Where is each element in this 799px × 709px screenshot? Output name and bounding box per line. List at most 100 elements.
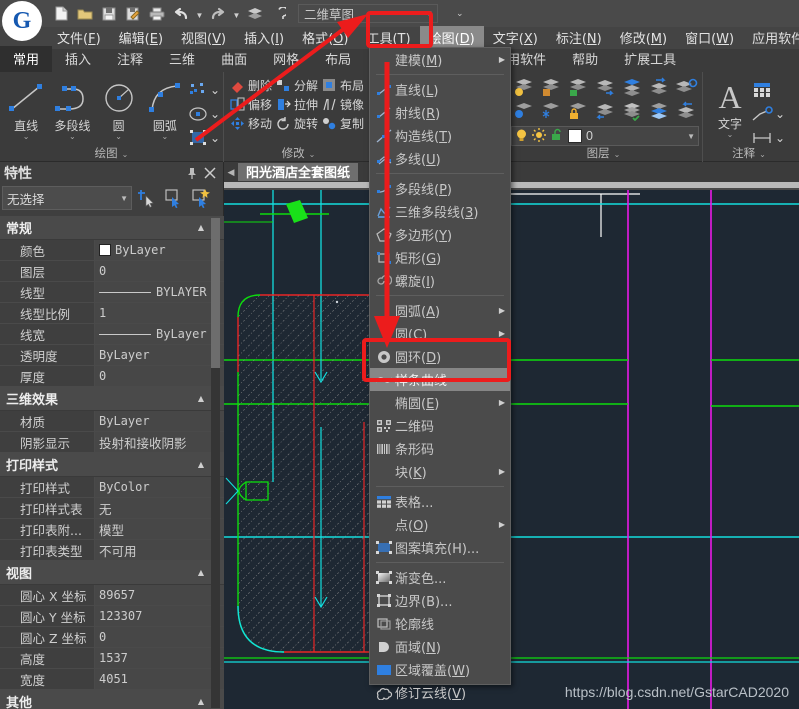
modify-stretch-button[interactable]: 拉伸 (276, 96, 318, 113)
collapse-icon[interactable]: ▲ (198, 394, 204, 403)
chevron-down-icon[interactable]: ⌄ (775, 131, 785, 145)
menu-item-直线[interactable]: 直线(L) (370, 78, 510, 101)
menu-item-二维码[interactable]: 二维码 (370, 414, 510, 437)
layer-restore-icon[interactable] (673, 101, 699, 124)
layer-make-current-icon[interactable] (619, 76, 645, 101)
layer-match-icon[interactable] (646, 76, 672, 101)
property-value[interactable]: ByLayer (95, 411, 224, 431)
menu-item-样条曲线[interactable]: 样条曲线 (370, 368, 510, 391)
menu-item-渐变色[interactable]: 渐变色... (370, 566, 510, 589)
chevron-down-icon[interactable]: ⌄ (115, 133, 122, 141)
ribbon-tab-11[interactable]: 扩展工具 (611, 46, 689, 72)
property-value[interactable]: 0 (95, 366, 224, 386)
menu-item-多段线[interactable]: 多段线(P) (370, 177, 510, 200)
collapse-icon[interactable]: ▲ (198, 697, 204, 706)
lightbulb-icon[interactable] (515, 128, 528, 145)
modify-move-button[interactable]: 移动 (230, 115, 272, 132)
draw-line-button[interactable]: 直线 ⌄ (3, 76, 49, 141)
menu-item-圆[interactable]: 圆(C) ▶ (370, 322, 510, 345)
property-row[interactable]: 打印样式 ByColor (0, 477, 224, 498)
property-value[interactable]: ByColor (95, 477, 224, 497)
unlock-icon[interactable] (550, 128, 564, 145)
layer-zero-icon[interactable] (673, 76, 699, 101)
property-row[interactable]: 圆心 Y 坐标 123307 (0, 606, 224, 627)
layer-lock-icon[interactable] (565, 101, 591, 124)
current-layer-selector[interactable]: 0 ▼ (511, 126, 699, 146)
ribbon-tab-5[interactable]: 网格 (260, 46, 312, 72)
menu-item-椭圆[interactable]: 椭圆(E) ▶ (370, 391, 510, 414)
redo-dropdown-icon[interactable]: ▼ (231, 3, 242, 25)
property-group-4[interactable]: 其他 ▲ (0, 690, 224, 709)
property-row[interactable]: 线型 BYLAYER (0, 282, 224, 303)
chevron-down-icon[interactable]: ⌄ (161, 133, 168, 141)
annotation-text-button[interactable]: A 文字 ⌄ (709, 76, 751, 139)
property-value[interactable]: 1537 (95, 648, 224, 668)
new-file-icon[interactable] (50, 3, 72, 25)
collapse-icon[interactable]: ▲ (198, 460, 204, 469)
menu-item-多边形[interactable]: 多边形(Y) (370, 223, 510, 246)
property-value[interactable]: ByLayer (95, 345, 224, 365)
open-folder-icon[interactable] (74, 3, 96, 25)
property-value[interactable]: BYLAYER (95, 282, 224, 302)
property-row[interactable]: 阴影显示 投射和接收阴影 (0, 432, 224, 453)
save-icon[interactable] (98, 3, 120, 25)
ribbon-tab-2[interactable]: 注释 (104, 46, 156, 72)
property-group-1[interactable]: 三维效果 ▲ (0, 387, 224, 411)
property-value[interactable]: 模型 (95, 519, 224, 539)
draw-dropdown-menu[interactable]: 建模(M) ▶ 直线(L) 射线(R) 构造线(T) 多线(U) 多段线(P) 三维多段线(3… (369, 47, 511, 702)
chevron-down-icon[interactable]: ⌄ (775, 107, 785, 121)
menu-item-螺旋[interactable]: 螺旋(I) (370, 269, 510, 292)
property-row[interactable]: 打印样式表无 (0, 498, 224, 519)
property-value[interactable]: 投射和接收阴影 (95, 432, 224, 452)
property-row[interactable]: 圆心 X 坐标 89657 (0, 585, 224, 606)
workspace-selector[interactable]: 二维草图 ▼ (298, 4, 438, 23)
property-value[interactable]: 4051 (95, 669, 224, 689)
property-row[interactable]: 线宽 ByLayer (0, 324, 224, 345)
property-row[interactable]: 线型比例 1 (0, 303, 224, 324)
property-row[interactable]: 材质 ByLayer (0, 411, 224, 432)
property-row[interactable]: 宽度 4051 (0, 669, 224, 690)
annotation-table-row[interactable] (751, 78, 785, 101)
draw-circle-button[interactable]: 圆 ⌄ (95, 76, 141, 141)
redo-icon[interactable] (207, 3, 229, 25)
layer-previous-icon[interactable] (592, 101, 618, 124)
menu-item-块[interactable]: 块(K) ▶ (370, 460, 510, 483)
menu-item-表格[interactable]: 表格... (370, 490, 510, 513)
refresh-icon[interactable] (268, 3, 290, 25)
modify-explode-button[interactable]: 分解 (276, 77, 318, 94)
chevron-down-icon[interactable]: ⌄ (210, 131, 220, 145)
property-row[interactable]: 图层 0 (0, 261, 224, 282)
property-row[interactable]: 透明度 ByLayer (0, 345, 224, 366)
select-objects-icon[interactable] (162, 186, 186, 210)
menu-item-修订云线[interactable]: 修订云线(V) (370, 681, 510, 704)
property-value[interactable]: 0 (95, 261, 224, 281)
menu-item-三维多段线[interactable]: 三维多段线(3) (370, 200, 510, 223)
print-icon[interactable] (146, 3, 168, 25)
save-as-icon[interactable] (122, 3, 144, 25)
close-icon[interactable] (201, 164, 219, 182)
property-row[interactable]: 高度 1537 (0, 648, 224, 669)
chevron-down-icon[interactable]: ⌄ (23, 133, 30, 141)
chevron-down-icon[interactable]: ⌄ (210, 83, 220, 97)
chevron-down-icon[interactable]: ⌄ (727, 131, 734, 139)
menu-item-点[interactable]: 点(O) ▶ (370, 513, 510, 536)
menu-item-矩形[interactable]: 矩形(G) (370, 246, 510, 269)
property-group-2[interactable]: 打印样式 ▲ (0, 453, 224, 477)
customize-quick-access-icon[interactable]: ⌄ (456, 8, 464, 19)
quick-select-icon[interactable] (135, 186, 159, 210)
drawing-canvas[interactable] (224, 182, 799, 709)
modify-erase-button[interactable]: 删除 (230, 77, 272, 94)
property-value[interactable]: 0 (95, 627, 224, 647)
modify-copy-button[interactable]: 复制 (322, 115, 364, 132)
layer-freeze-icon[interactable] (538, 101, 564, 124)
property-row[interactable]: 颜色 ByLayer (0, 240, 224, 261)
collapse-icon[interactable]: ▲ (198, 223, 204, 232)
menu-item-条形码[interactable]: 条形码 (370, 437, 510, 460)
tab-scroll-left-icon[interactable]: ◀ (224, 162, 238, 182)
layer-state-icon[interactable] (538, 76, 564, 101)
layer-move-icon[interactable] (592, 76, 618, 101)
properties-scrollbar[interactable] (211, 218, 220, 708)
property-row[interactable]: 打印表类型 不可用 (0, 540, 224, 561)
ribbon-tab-10[interactable]: 帮助 (559, 46, 611, 72)
chevron-down-icon[interactable]: ⌄ (210, 107, 220, 121)
